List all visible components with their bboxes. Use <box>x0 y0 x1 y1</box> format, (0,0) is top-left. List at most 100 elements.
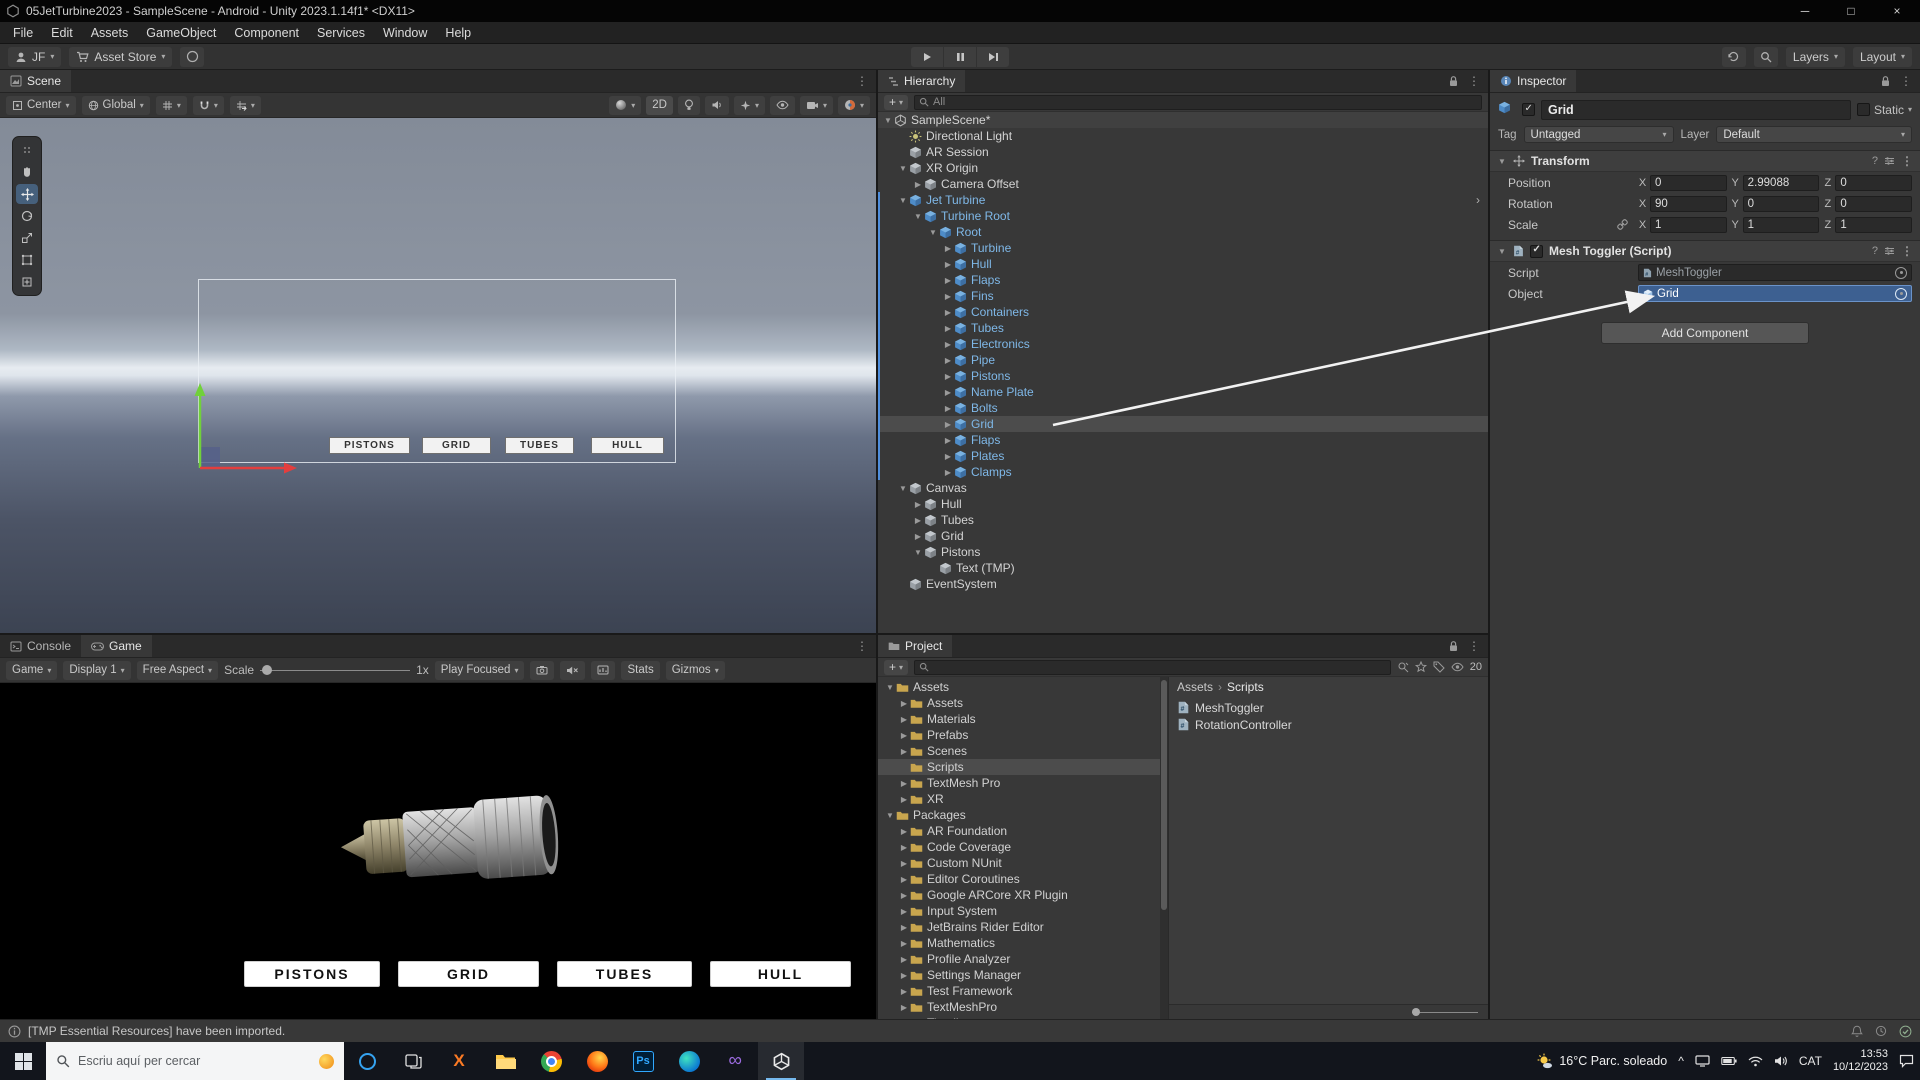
caret-down-icon[interactable]: ▾ <box>1908 105 1912 114</box>
tree-toggle-icon[interactable]: ▼ <box>884 811 896 820</box>
chrome-icon[interactable] <box>528 1042 574 1080</box>
menu-help[interactable]: Help <box>436 24 480 42</box>
tree-toggle-icon[interactable]: ▶ <box>942 404 954 413</box>
static-checkbox[interactable] <box>1856 103 1870 116</box>
tree-toggle-icon[interactable]: ▶ <box>898 971 910 980</box>
tree-toggle-icon[interactable]: ▶ <box>942 372 954 381</box>
tree-toggle-icon[interactable]: ▶ <box>942 452 954 461</box>
move-gizmo[interactable] <box>185 383 305 478</box>
project-folder-ar-foundation[interactable]: ▶ AR Foundation <box>878 823 1160 839</box>
hierarchy-item-directional-light[interactable]: Directional Light <box>878 128 1488 144</box>
component-menu-icon[interactable]: ⋮ <box>1901 244 1913 258</box>
action-center-icon[interactable] <box>1899 1054 1914 1068</box>
scene-audio-toggle[interactable] <box>704 95 729 115</box>
hierarchy-item-grid[interactable]: ▶ Grid <box>878 528 1488 544</box>
project-folder-code-coverage[interactable]: ▶ Code Coverage <box>878 839 1160 855</box>
hierarchy-item-pistons[interactable]: ▶ Pistons <box>878 368 1488 384</box>
hierarchy-item-flaps[interactable]: ▶ Flaps <box>878 272 1488 288</box>
presets-icon[interactable] <box>1884 156 1895 166</box>
project-folder-custom-nunit[interactable]: ▶ Custom NUnit <box>878 855 1160 871</box>
mute-audio-button[interactable] <box>560 660 586 680</box>
project-folder-google-arcore-xr-plugin[interactable]: ▶ Google ARCore XR Plugin <box>878 887 1160 903</box>
display-dropdown[interactable]: Display 1 ▾ <box>63 660 131 680</box>
rect-tool-button[interactable] <box>16 250 38 270</box>
game-ui-button-pistons[interactable]: PISTONS <box>244 961 380 987</box>
hierarchy-item-electronics[interactable]: ▶ Electronics <box>878 336 1488 352</box>
cloud-status-check-icon[interactable] <box>1899 1025 1912 1038</box>
hierarchy-item-pistons[interactable]: ▼ Pistons <box>878 544 1488 560</box>
menu-edit[interactable]: Edit <box>42 24 82 42</box>
minimize-button[interactable]: ─ <box>1782 0 1828 22</box>
tree-toggle-icon[interactable]: ▶ <box>898 875 910 884</box>
game-viewport[interactable]: PISTONS GRID TUBES HULL <box>0 683 876 1019</box>
hierarchy-item-camera-offset[interactable]: ▶ Camera Offset <box>878 176 1488 192</box>
panel-menu-icon[interactable]: ⋮ <box>856 639 868 653</box>
pause-button[interactable] <box>944 46 976 67</box>
file-explorer-icon[interactable] <box>482 1042 528 1080</box>
add-component-button[interactable]: Add Component <box>1601 322 1809 344</box>
tree-toggle-icon[interactable]: ▶ <box>898 715 910 724</box>
object-picker-icon[interactable] <box>1895 266 1907 279</box>
hierarchy-item-turbine[interactable]: ▶ Turbine <box>878 240 1488 256</box>
unity-taskbar-icon[interactable] <box>758 1042 804 1080</box>
hierarchy-item-canvas[interactable]: ▼ Canvas <box>878 480 1488 496</box>
lock-icon[interactable] <box>1880 75 1891 87</box>
visual-studio-icon[interactable]: ∞ <box>712 1042 758 1080</box>
tree-toggle-icon[interactable]: ▶ <box>942 340 954 349</box>
status-message[interactable]: [TMP Essential Resources] have been impo… <box>28 1024 285 1038</box>
hierarchy-item-text-tmp[interactable]: Text (TMP) <box>878 560 1488 576</box>
grid-visibility-dropdown[interactable]: ▾ <box>155 95 187 115</box>
scene-ui-button-pistons[interactable]: PISTONS <box>329 437 410 454</box>
menu-window[interactable]: Window <box>374 24 436 42</box>
tree-toggle-icon[interactable]: ▶ <box>942 244 954 253</box>
hierarchy-item-tubes[interactable]: ▶ Tubes <box>878 320 1488 336</box>
position-x-field[interactable]: 0 <box>1650 174 1727 191</box>
scene-lighting-toggle[interactable] <box>677 95 700 115</box>
position-z-field[interactable]: 0 <box>1835 174 1913 191</box>
tree-toggle-icon[interactable]: ▶ <box>912 500 924 509</box>
open-prefab-arrow[interactable]: › <box>1476 193 1482 207</box>
rotation-y-field[interactable]: 0 <box>1742 195 1820 212</box>
tree-toggle-icon[interactable]: ▶ <box>942 276 954 285</box>
panel-menu-icon[interactable]: ⋮ <box>1900 74 1912 88</box>
layout-dropdown[interactable]: Layout ▾ <box>1852 46 1912 67</box>
tree-toggle-icon[interactable]: ▶ <box>912 180 924 189</box>
scene-visibility-toggle[interactable] <box>769 95 795 115</box>
hierarchy-search-input[interactable]: All <box>914 94 1482 110</box>
game-ui-button-tubes[interactable]: TUBES <box>557 961 692 987</box>
firefox-icon[interactable] <box>574 1042 620 1080</box>
tree-toggle-icon[interactable]: ▶ <box>898 939 910 948</box>
hierarchy-item-jet-turbine[interactable]: ▼ Jet Turbine › <box>878 192 1488 208</box>
tab-game[interactable]: Game <box>81 635 152 657</box>
project-search-input[interactable] <box>914 659 1391 675</box>
tree-toggle-icon[interactable]: ▼ <box>882 116 894 125</box>
tab-console[interactable]: Console <box>0 635 81 657</box>
project-folder-materials[interactable]: ▶ Materials <box>878 711 1160 727</box>
tree-toggle-icon[interactable]: ▶ <box>898 987 910 996</box>
help-icon[interactable]: ? <box>1872 245 1878 257</box>
tree-toggle-icon[interactable]: ▶ <box>898 907 910 916</box>
presets-icon[interactable] <box>1884 246 1895 256</box>
step-button[interactable] <box>977 46 1009 67</box>
scene-ui-button-tubes[interactable]: TUBES <box>505 437 574 454</box>
create-asset-button[interactable]: + ▾ <box>884 659 909 675</box>
scale-x-field[interactable]: 1 <box>1650 216 1727 233</box>
project-folder-prefabs[interactable]: ▶ Prefabs <box>878 727 1160 743</box>
xampp-icon[interactable]: X <box>436 1042 482 1080</box>
clock[interactable]: 13:53 10/12/2023 <box>1833 1048 1888 1074</box>
scene-ui-button-grid[interactable]: GRID <box>422 437 491 454</box>
hierarchy-item-grid[interactable]: ▶ Grid <box>878 416 1488 432</box>
menu-gameobject[interactable]: GameObject <box>137 24 225 42</box>
hierarchy-item-fins[interactable]: ▶ Fins <box>878 288 1488 304</box>
project-folder-xr[interactable]: ▶ XR <box>878 791 1160 807</box>
object-picker-icon[interactable] <box>1895 287 1907 300</box>
hierarchy-item-name-plate[interactable]: ▶ Name Plate <box>878 384 1488 400</box>
game-ui-button-hull[interactable]: HULL <box>710 961 851 987</box>
start-button[interactable] <box>0 1042 46 1080</box>
tree-toggle-icon[interactable]: ▶ <box>942 436 954 445</box>
layer-dropdown[interactable]: Default ▾ <box>1716 126 1912 143</box>
overlay-grip[interactable] <box>16 140 38 160</box>
scale-z-field[interactable]: 1 <box>1835 216 1913 233</box>
snap-toggle-dropdown[interactable]: ▾ <box>192 95 224 115</box>
wifi-icon[interactable] <box>1748 1056 1763 1067</box>
